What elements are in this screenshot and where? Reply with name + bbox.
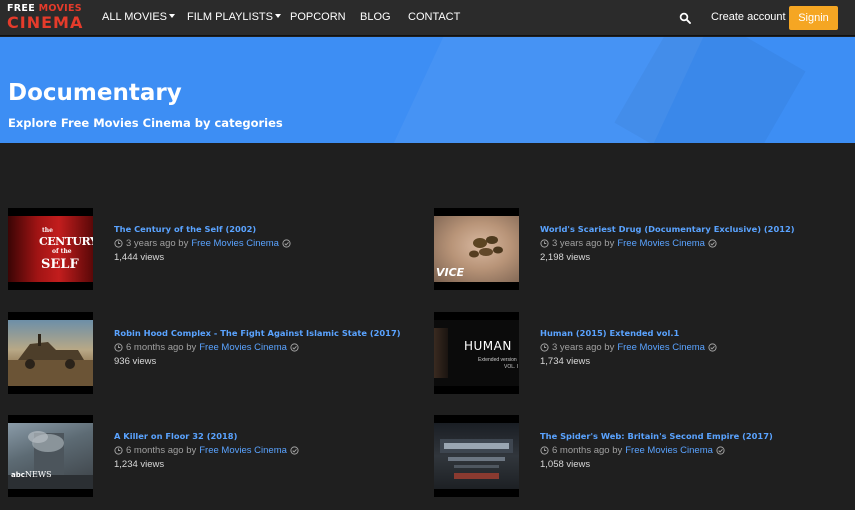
clock-icon xyxy=(540,446,549,455)
human-title-text: HUMAN xyxy=(464,339,512,353)
video-thumbnail[interactable] xyxy=(434,415,519,497)
channel-link[interactable]: Free Movies Cinema xyxy=(625,445,713,456)
video-meta: 6 months ago by Free Movies Cinema xyxy=(540,445,855,456)
video-title-link[interactable]: World's Scariest Drug (Documentary Exclu… xyxy=(540,224,855,234)
verified-check-icon xyxy=(282,239,291,248)
video-thumbnail[interactable]: the CENTURY of the SELF xyxy=(8,208,93,290)
page-subtitle: Explore Free Movies Cinema by categories xyxy=(8,116,283,130)
building-fire-illustration xyxy=(8,431,93,489)
video-meta: 3 years ago by Free Movies Cinema xyxy=(540,238,855,249)
create-account-link[interactable]: Create account xyxy=(711,11,786,23)
channel-link[interactable]: Free Movies Cinema xyxy=(199,445,287,456)
channel-link[interactable]: Free Movies Cinema xyxy=(199,342,287,353)
video-title-link[interactable]: The Century of the Self (2002) xyxy=(114,224,434,234)
verified-check-icon xyxy=(708,343,717,352)
site-logo[interactable]: FREE MOVIES CINEMA xyxy=(7,4,83,31)
video-thumbnail[interactable] xyxy=(8,312,93,394)
channel-link[interactable]: Free Movies Cinema xyxy=(191,238,279,249)
nav-contact[interactable]: CONTACT xyxy=(408,11,460,23)
video-age: 3 years ago by xyxy=(552,342,615,353)
view-count: 1,234 views xyxy=(114,459,165,470)
portrait-edge xyxy=(434,328,448,378)
clock-icon xyxy=(540,239,549,248)
top-navbar: FREE MOVIES CINEMA ALL MOVIES FILM PLAYL… xyxy=(0,0,855,36)
video-title-link[interactable]: The Spider's Web: Britain's Second Empir… xyxy=(540,431,855,441)
view-count: 936 views xyxy=(114,356,157,367)
video-age: 6 months ago by xyxy=(552,445,623,456)
clock-icon xyxy=(540,343,549,352)
category-banner: Documentary Explore Free Movies Cinema b… xyxy=(0,37,855,143)
video-age: 3 years ago by xyxy=(552,238,615,249)
video-meta: 3 years ago by Free Movies Cinema xyxy=(114,238,434,249)
clock-icon xyxy=(114,239,123,248)
nav-popcorn[interactable]: POPCORN xyxy=(290,11,346,23)
logo-word-cinema: CINEMA xyxy=(7,12,84,32)
spider-web-title-card xyxy=(440,439,513,479)
video-age: 6 months ago by xyxy=(126,445,197,456)
view-count: 1,058 views xyxy=(540,459,591,470)
channel-link[interactable]: Free Movies Cinema xyxy=(617,238,705,249)
view-count: 1,444 views xyxy=(114,252,165,263)
nav-all-movies[interactable]: ALL MOVIES xyxy=(102,11,176,23)
signin-button[interactable]: Signin xyxy=(789,6,838,30)
video-meta: 6 months ago by Free Movies Cinema xyxy=(114,342,434,353)
video-age: 6 months ago by xyxy=(126,342,197,353)
video-title-link[interactable]: Human (2015) Extended vol.1 xyxy=(540,328,855,338)
verified-check-icon xyxy=(716,446,725,455)
video-title-link[interactable]: A Killer on Floor 32 (2018) xyxy=(114,431,434,441)
video-meta: 3 years ago by Free Movies Cinema xyxy=(540,342,855,353)
verified-check-icon xyxy=(290,446,299,455)
video-thumbnail[interactable]: HUMAN Extended version VOL. I xyxy=(434,312,519,394)
desert-vehicle-illustration xyxy=(8,334,93,386)
video-title-link[interactable]: Robin Hood Complex - The Fight Against I… xyxy=(114,328,434,338)
view-count: 2,198 views xyxy=(540,252,591,263)
verified-check-icon xyxy=(290,343,299,352)
search-icon[interactable] xyxy=(679,12,691,24)
view-count: 1,734 views xyxy=(540,356,591,367)
clock-icon xyxy=(114,343,123,352)
vice-logo: VICE xyxy=(436,266,465,279)
caret-down-icon xyxy=(169,14,176,18)
video-age: 3 years ago by xyxy=(126,238,189,249)
abc-logo: abc xyxy=(11,471,25,479)
verified-check-icon xyxy=(708,239,717,248)
video-thumbnail[interactable]: abc NEWS xyxy=(8,415,93,497)
clock-icon xyxy=(114,446,123,455)
caret-down-icon xyxy=(275,14,281,18)
nav-blog[interactable]: BLOG xyxy=(360,11,391,23)
channel-link[interactable]: Free Movies Cinema xyxy=(617,342,705,353)
video-meta: 6 months ago by Free Movies Cinema xyxy=(114,445,434,456)
page-title: Documentary xyxy=(8,80,182,106)
news-logo: NEWS xyxy=(25,470,52,479)
nav-film-playlists[interactable]: FILM PLAYLISTS xyxy=(187,11,281,23)
video-thumbnail[interactable]: VICE xyxy=(434,208,519,290)
